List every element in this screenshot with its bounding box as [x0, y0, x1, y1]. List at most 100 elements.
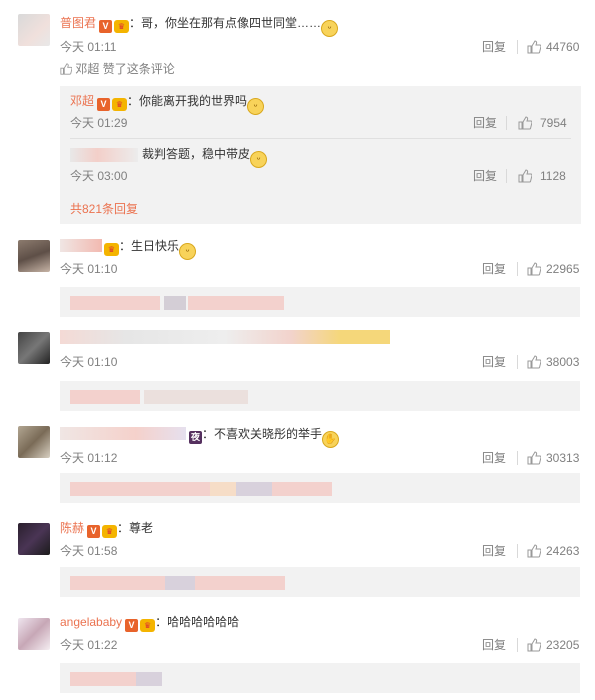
comment-text-line: angelababy V ♛ ：哈哈哈哈哈哈 [60, 614, 239, 632]
thumbs-up-icon[interactable] [527, 451, 541, 465]
thumbs-up-icon[interactable] [518, 116, 532, 130]
comment-text-line [60, 330, 390, 346]
verified-v-icon: V [99, 20, 113, 33]
reply-button[interactable]: 回复 [482, 450, 506, 466]
comment-text: ：尊老 [117, 521, 154, 535]
smiley-emoji-icon: ᵕ [250, 151, 268, 168]
comment-time: 今天 01:22 [60, 638, 118, 652]
blurred-comment [60, 330, 390, 344]
vip-crown-icon: ♛ [104, 243, 119, 256]
like-count: 38003 [546, 355, 580, 369]
divider [517, 638, 518, 652]
thumbs-up-icon[interactable] [527, 355, 541, 369]
like-count: 44760 [546, 40, 580, 54]
verified-v-icon: V [97, 98, 111, 111]
comment-time: 今天 01:58 [60, 544, 118, 558]
liker-name[interactable]: 邓超 [75, 62, 99, 76]
avatar[interactable] [18, 426, 50, 458]
comment-text-line: 陈赫 V ♛ ：尊老 [60, 520, 153, 538]
avatar[interactable] [18, 523, 50, 555]
sub-reply-name[interactable]: 邓超 [70, 94, 94, 108]
divider [506, 169, 507, 183]
comment-item: 夜：不喜欢关晓彤的举手 ✋ 今天 01:12 回复 30313 [0, 422, 595, 516]
blurred-username [60, 239, 102, 252]
divider [70, 138, 571, 139]
verified-v-icon: V [87, 525, 101, 538]
avatar[interactable] [18, 240, 50, 272]
comment-text: ：哥，你坐在那有点像四世同堂…… [129, 16, 322, 30]
comment-top: 普图君 V ♛ ：哥，你坐在那有点像四世同堂…… ᵕ 今天 01:11 回复 44760… [0, 0, 595, 230]
blurred-sub-reply [60, 381, 580, 411]
reply-button[interactable]: 回复 [482, 543, 506, 559]
like-count: 24263 [546, 544, 580, 558]
comment-time: 今天 01:11 [60, 40, 117, 54]
sub-reply-text-line: 邓超 V ♛ ：你能离开我的世界吗 ᵕ [70, 93, 265, 115]
comment-text-line: ♛ ：生日快乐 ᵕ [60, 238, 197, 260]
comment-item: 今天 01:10 回复 38003 [0, 328, 595, 422]
sub-reply-text: 裁判答题，稳中带皮 [142, 147, 251, 161]
reply-button[interactable]: 回复 [473, 168, 497, 184]
thumbs-up-icon[interactable] [518, 169, 532, 183]
comment-item: 陈赫 V ♛ ：尊老 今天 01:58 回复 24263 [0, 516, 595, 610]
commenter-name[interactable]: angelababy [60, 615, 122, 629]
blurred-username [70, 148, 138, 162]
comment-time: 今天 01:12 [60, 451, 118, 465]
like-count: 30313 [546, 451, 580, 465]
blurred-sub-reply [60, 287, 580, 317]
avatar[interactable] [18, 332, 50, 364]
smiley-emoji-icon: ᵕ [247, 98, 265, 115]
comment-text: ：生日快乐 [119, 239, 180, 253]
comment-item: angelababy V ♛ ：哈哈哈哈哈哈 今天 01:22 回复 23205 [0, 610, 595, 700]
smiley-emoji-icon: ᵕ [321, 20, 339, 37]
liked-by-line: 邓超 赞了这条评论 [60, 61, 175, 77]
comment-time: 今天 01:10 [60, 262, 118, 276]
comment-text: ：哈哈哈哈哈哈 [155, 615, 240, 629]
sub-reply-text: ：你能离开我的世界吗 [127, 94, 248, 108]
avatar[interactable] [18, 14, 50, 46]
vip-crown-icon: ♛ [112, 98, 128, 111]
raised-hands-emoji-icon: ✋ [322, 431, 340, 448]
sub-reply-text-line: 裁判答题，稳中带皮 ᵕ [142, 146, 268, 168]
divider [517, 451, 518, 465]
vip-crown-icon: ♛ [140, 619, 156, 632]
divider [506, 116, 507, 130]
reply-button[interactable]: 回复 [482, 354, 506, 370]
comment-item: ♛ ：生日快乐 ᵕ 今天 01:10 回复 22965 [0, 236, 595, 328]
thumbs-up-icon[interactable] [527, 262, 541, 276]
like-count: 7954 [540, 116, 567, 130]
divider [517, 544, 518, 558]
commenter-name[interactable]: 陈赫 [60, 521, 84, 535]
divider [517, 40, 518, 54]
like-count: 23205 [546, 638, 580, 652]
avatar[interactable] [18, 618, 50, 650]
sub-replies-box: 邓超 V ♛ ：你能离开我的世界吗 ᵕ 今天 01:29 回复 7954 裁判答题，稳中… [60, 86, 581, 224]
smiley-emoji-icon: ᵕ [179, 243, 197, 260]
verified-v-icon: V [125, 619, 139, 632]
like-count: 22965 [546, 262, 580, 276]
comment-text-line: 夜：不喜欢关晓彤的举手 ✋ [60, 426, 340, 448]
blurred-sub-reply [60, 663, 580, 693]
reply-button[interactable]: 回复 [482, 637, 506, 653]
thumbs-up-icon[interactable] [527, 544, 541, 558]
reply-button[interactable]: 回复 [482, 261, 506, 277]
commenter-name[interactable]: 普图君 [60, 16, 96, 30]
thumbs-up-icon[interactable] [527, 638, 541, 652]
thumbs-up-icon[interactable] [527, 40, 541, 54]
like-count: 1128 [540, 169, 566, 183]
thumbs-up-icon [60, 63, 73, 75]
vip-crown-icon: ♛ [102, 525, 118, 538]
sub-reply-time: 今天 03:00 [70, 169, 128, 183]
vip-crown-icon: ♛ [114, 20, 130, 33]
member-badge-icon: 夜 [189, 431, 202, 444]
reply-button[interactable]: 回复 [473, 115, 497, 131]
divider [517, 355, 518, 369]
sub-reply-time: 今天 01:29 [70, 116, 128, 130]
blurred-username [60, 427, 186, 440]
comment-time: 今天 01:10 [60, 355, 118, 369]
blurred-sub-reply [60, 567, 580, 597]
blurred-sub-reply [60, 473, 580, 503]
reply-button[interactable]: 回复 [482, 39, 506, 55]
comment-text: ：不喜欢关晓彤的举手 [202, 427, 323, 441]
liked-label: 赞了这条评论 [102, 62, 175, 76]
more-replies-link[interactable]: 共821条回复 [70, 201, 138, 217]
